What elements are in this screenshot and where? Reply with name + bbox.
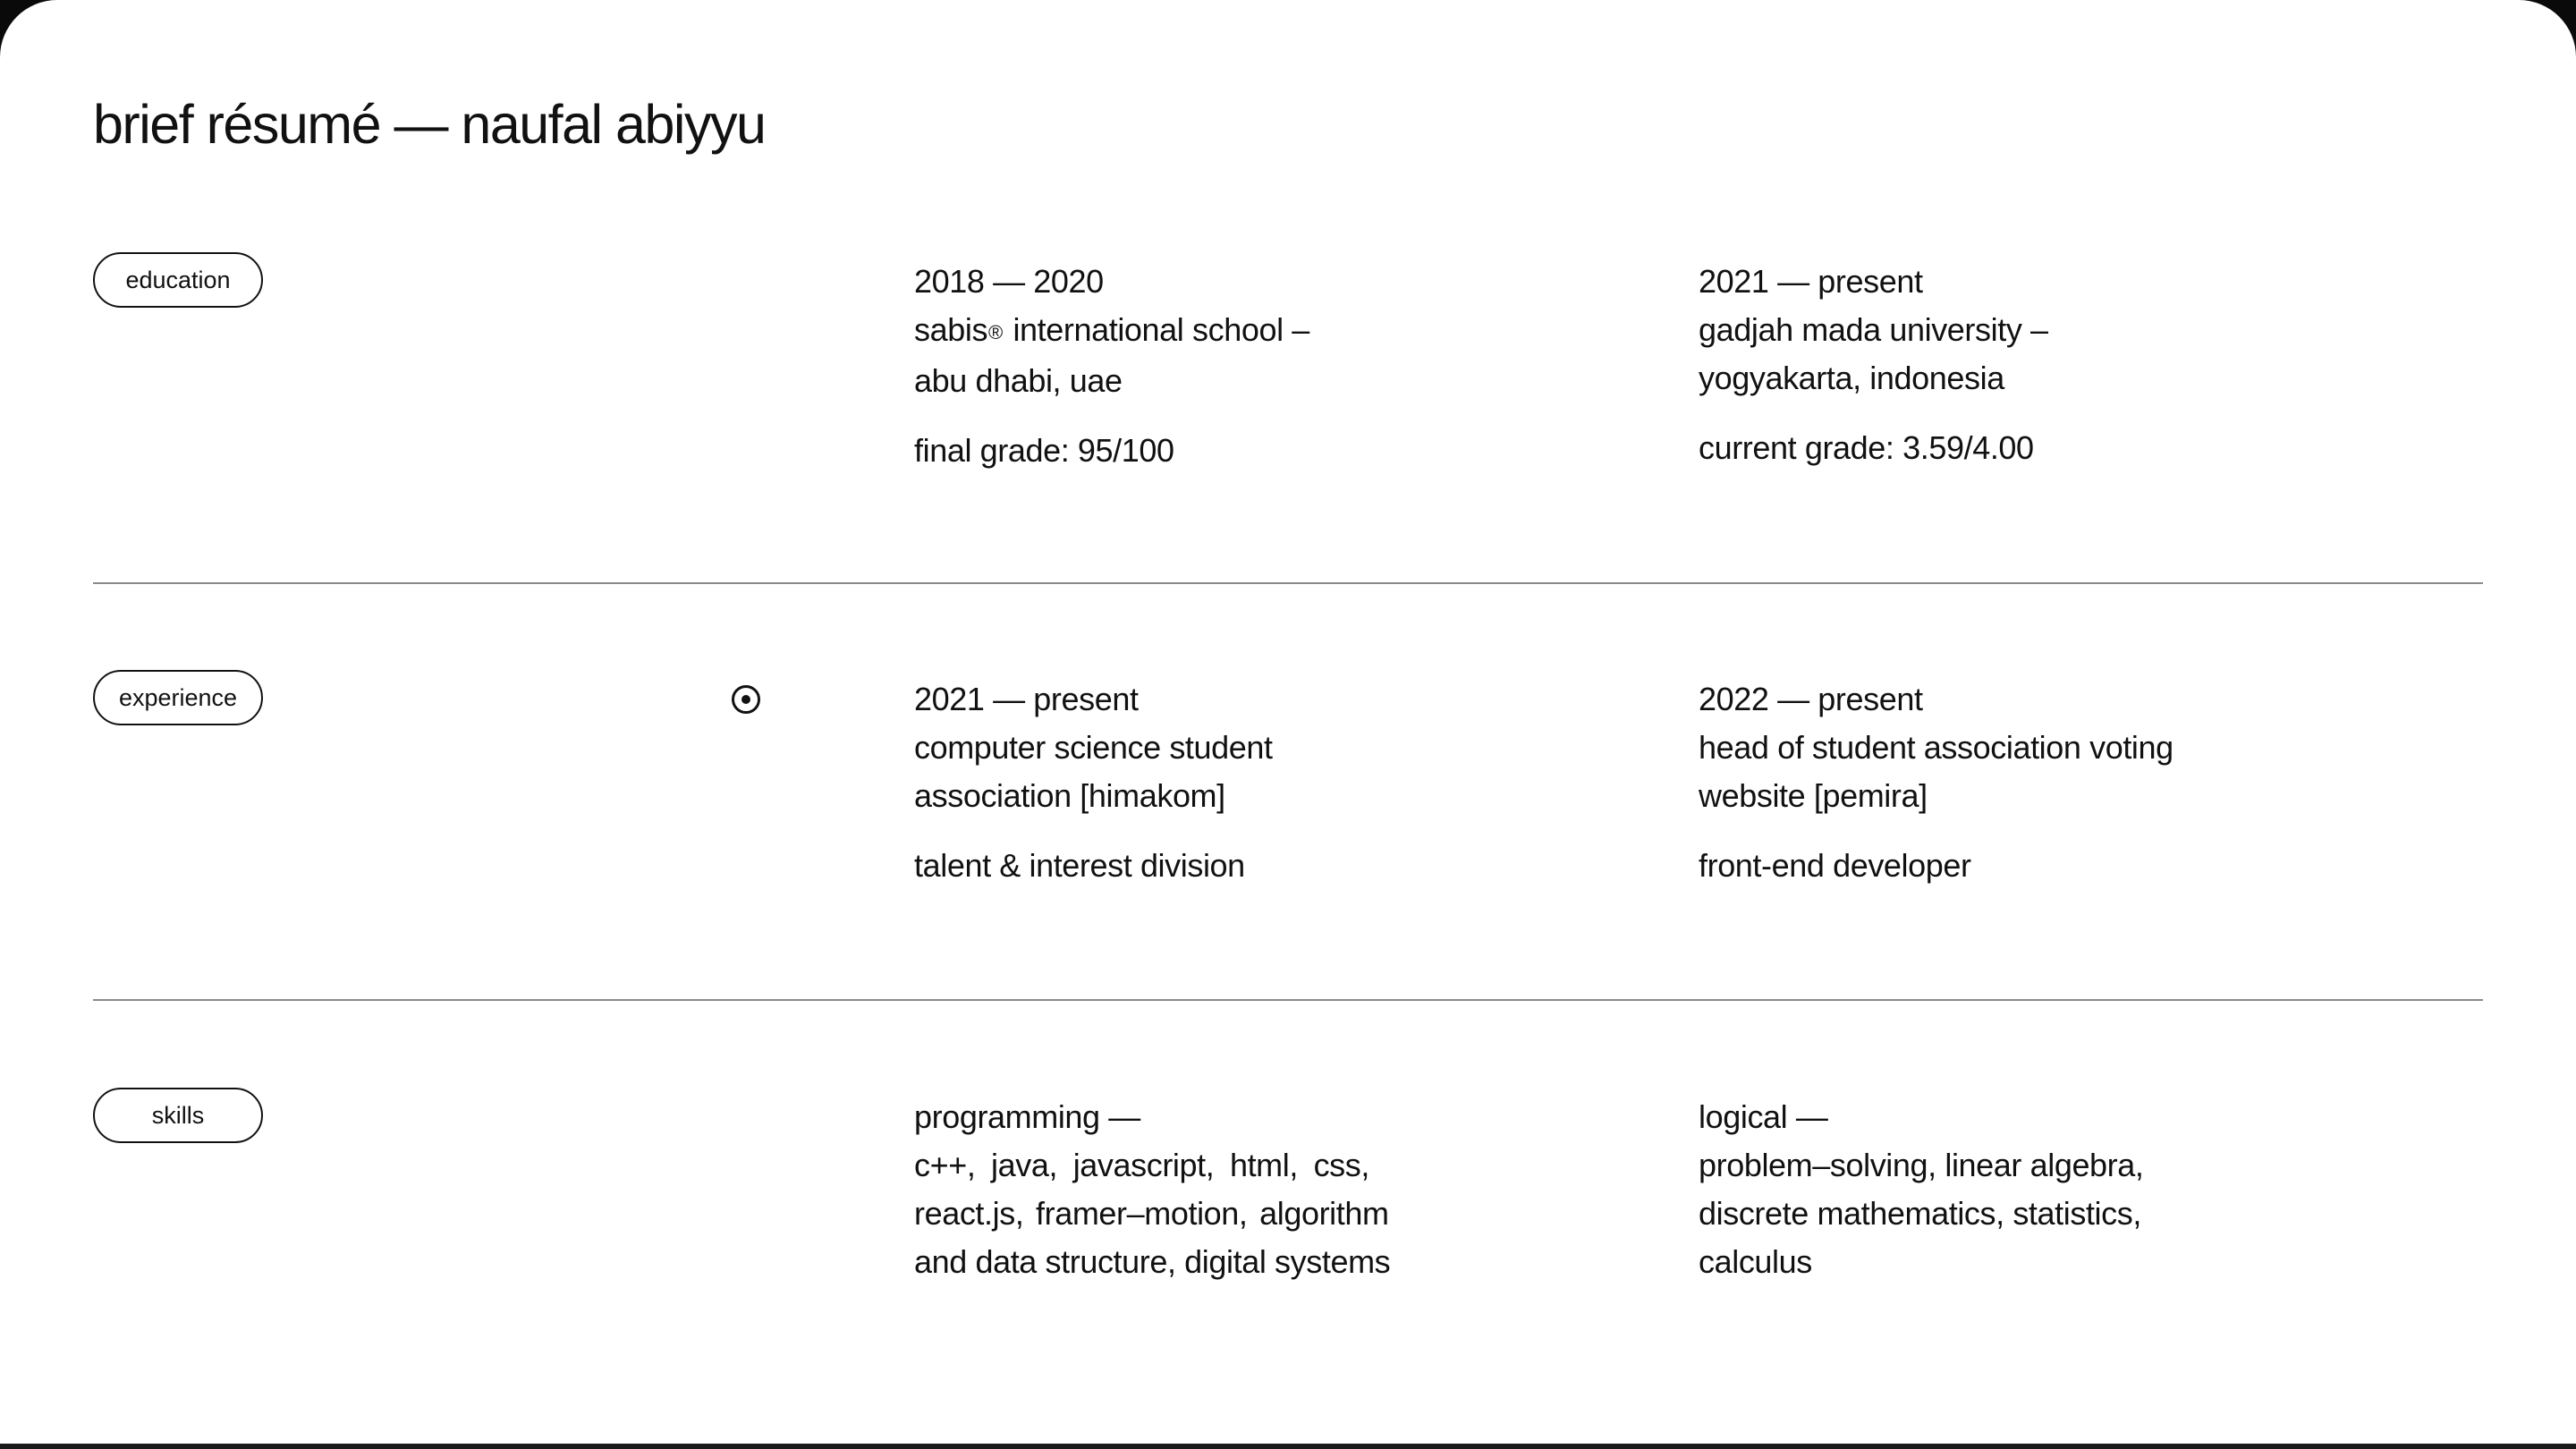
education-school: gadjah mada university – bbox=[1699, 311, 2048, 348]
skills-tag[interactable]: skills bbox=[93, 1088, 263, 1143]
experience-role: front-end developer bbox=[1699, 847, 1971, 884]
skills-heading: logical — bbox=[1699, 1098, 1828, 1135]
resume-page: brief résumé — naufal abiyyu education 2… bbox=[0, 0, 2576, 1444]
education-period: 2018 — 2020 bbox=[914, 263, 1104, 300]
registered-mark: ® bbox=[988, 321, 1003, 343]
education-period: 2021 — present bbox=[1699, 263, 1923, 300]
skills-line: problem–solving, linear algebra, bbox=[1699, 1147, 2144, 1183]
experience-period: 2022 — present bbox=[1699, 681, 1923, 717]
experience-period: 2021 — present bbox=[914, 681, 1139, 717]
experience-org: computer science student bbox=[914, 729, 1273, 766]
experience-org-cont: association [himakom] bbox=[914, 777, 1225, 814]
education-location: abu dhabi, uae bbox=[914, 362, 1123, 399]
skills-group-programming: programming — c++, java, javascript, htm… bbox=[914, 1093, 1415, 1286]
skills-line: discrete mathematics, statistics, bbox=[1699, 1195, 2141, 1232]
section-divider bbox=[93, 582, 2483, 584]
education-school: sabis® international school – bbox=[914, 306, 1415, 357]
education-grade: final grade: 95/100 bbox=[914, 432, 1174, 469]
experience-entry-pemira: 2022 — present head of student associati… bbox=[1699, 675, 2199, 890]
section-divider bbox=[93, 999, 2483, 1001]
experience-org-cont: website [pemira] bbox=[1699, 777, 1928, 814]
experience-org: head of student association voting bbox=[1699, 729, 2174, 766]
education-grade: current grade: 3.59/4.00 bbox=[1699, 429, 2034, 466]
target-cursor-icon bbox=[732, 685, 760, 714]
experience-role: talent & interest division bbox=[914, 847, 1245, 884]
education-entry-sabis: 2018 — 2020 sabis® international school … bbox=[914, 258, 1415, 475]
skills-line: calculus bbox=[1699, 1243, 1812, 1280]
school-name: sabis bbox=[914, 311, 988, 348]
skills-line: c++, java, javascript, html, css, bbox=[914, 1147, 1369, 1183]
window-bottom-edge bbox=[0, 1444, 2576, 1449]
experience-entry-himakom: 2021 — present computer science student … bbox=[914, 675, 1415, 890]
education-entry-ugm: 2021 — present gadjah mada university – … bbox=[1699, 258, 2199, 472]
school-name-rest: international school – bbox=[1004, 311, 1309, 348]
skills-line: and data structure, digital systems bbox=[914, 1243, 1391, 1280]
experience-tag[interactable]: experience bbox=[93, 670, 263, 725]
skills-line: react.js, framer–motion, algorithm bbox=[914, 1195, 1389, 1232]
skills-heading: programming — bbox=[914, 1098, 1140, 1135]
skills-group-logical: logical — problem–solving, linear algebr… bbox=[1699, 1093, 2199, 1286]
education-tag[interactable]: education bbox=[93, 252, 263, 308]
page-title: brief résumé — naufal abiyyu bbox=[93, 94, 767, 155]
education-location: yogyakarta, indonesia bbox=[1699, 360, 2004, 396]
